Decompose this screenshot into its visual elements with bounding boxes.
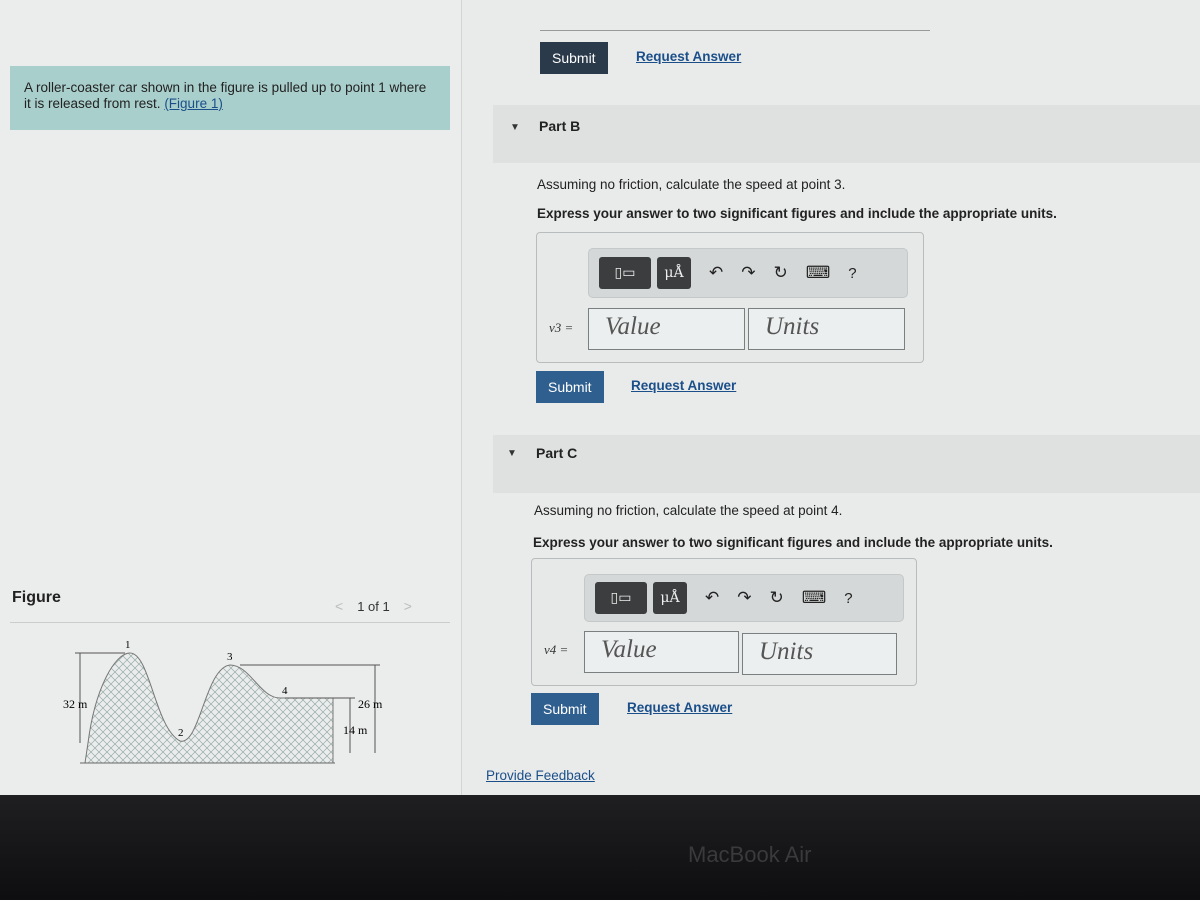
part-c-label: Part C	[536, 445, 578, 461]
part-a-submit-button[interactable]: Submit	[540, 42, 608, 74]
figure-pager: < 1 of 1 >	[335, 598, 412, 614]
part-a-request-answer-link[interactable]: Request Answer	[636, 49, 741, 64]
reset-icon[interactable]: ↻	[774, 263, 788, 283]
reset-icon[interactable]: ↻	[770, 588, 784, 608]
part-b-instruction: Express your answer to two significant f…	[537, 206, 1057, 221]
help-icon[interactable]: ?	[844, 590, 852, 607]
collapse-triangle-icon[interactable]: ▼	[507, 448, 517, 459]
part-a-field-edge	[540, 30, 930, 31]
provide-feedback-link[interactable]: Provide Feedback	[486, 768, 595, 783]
intro-text: A roller-coaster car shown in the figure…	[24, 80, 427, 111]
part-b-label: Part B	[539, 118, 581, 134]
keyboard-icon[interactable]: ⌨	[802, 588, 827, 608]
height-26-label: 26 m	[358, 697, 383, 711]
point-3-label: 3	[227, 651, 233, 663]
height-32-label: 32 m	[63, 697, 88, 711]
height-14-label: 14 m	[343, 723, 368, 737]
roller-coaster-figure: 1 2 3 4 32 m 26 m 14 m	[63, 639, 383, 764]
point-1-label: 1	[125, 639, 131, 651]
part-c-submit-button[interactable]: Submit	[531, 693, 599, 725]
part-c-value-input[interactable]: Value	[584, 631, 739, 673]
device-brand-label: MacBook Air	[688, 842, 812, 867]
point-2-label: 2	[178, 727, 184, 739]
part-b-request-answer-link[interactable]: Request Answer	[631, 378, 736, 393]
part-b-question: Assuming no friction, calculate the spee…	[537, 177, 846, 192]
part-c-header[interactable]	[493, 435, 1200, 493]
undo-icon[interactable]: ↶	[705, 588, 719, 608]
part-c-question: Assuming no friction, calculate the spee…	[534, 503, 843, 518]
part-b-units-input[interactable]: Units	[748, 308, 905, 350]
divider	[10, 622, 450, 623]
units-button[interactable]: μÅ	[657, 257, 691, 289]
pager-text: 1 of 1	[357, 598, 390, 614]
part-b-toolbar: ▯▭ μÅ ↶ ↷ ↻ ⌨ ?	[588, 248, 908, 298]
track-shape	[84, 652, 334, 764]
figure-link[interactable]: (Figure 1)	[164, 96, 223, 111]
templates-button[interactable]: ▯▭	[595, 582, 647, 614]
prev-figure-button[interactable]: <	[335, 598, 343, 614]
part-c-variable: v4 =	[544, 642, 569, 657]
part-c-request-answer-link[interactable]: Request Answer	[627, 700, 732, 715]
part-b-value-input[interactable]: Value	[588, 308, 745, 350]
point-4-label: 4	[282, 685, 288, 697]
problem-intro: A roller-coaster car shown in the figure…	[10, 66, 450, 130]
redo-icon[interactable]: ↷	[741, 263, 755, 283]
part-b-submit-button[interactable]: Submit	[536, 371, 604, 403]
laptop-bezel	[0, 795, 1200, 900]
redo-icon[interactable]: ↷	[737, 588, 751, 608]
figure-title: Figure	[12, 589, 61, 606]
part-c-instruction: Express your answer to two significant f…	[533, 535, 1053, 550]
undo-icon[interactable]: ↶	[709, 263, 723, 283]
keyboard-icon[interactable]: ⌨	[806, 263, 831, 283]
help-icon[interactable]: ?	[848, 265, 856, 282]
part-b-header[interactable]	[493, 105, 1200, 163]
templates-button[interactable]: ▯▭	[599, 257, 651, 289]
part-b-variable: v3 =	[549, 320, 574, 335]
part-c-units-input[interactable]: Units	[742, 633, 897, 675]
units-button[interactable]: μÅ	[653, 582, 687, 614]
part-c-toolbar: ▯▭ μÅ ↶ ↷ ↻ ⌨ ?	[584, 574, 904, 622]
collapse-triangle-icon[interactable]: ▼	[510, 122, 520, 133]
next-figure-button[interactable]: >	[404, 598, 412, 614]
